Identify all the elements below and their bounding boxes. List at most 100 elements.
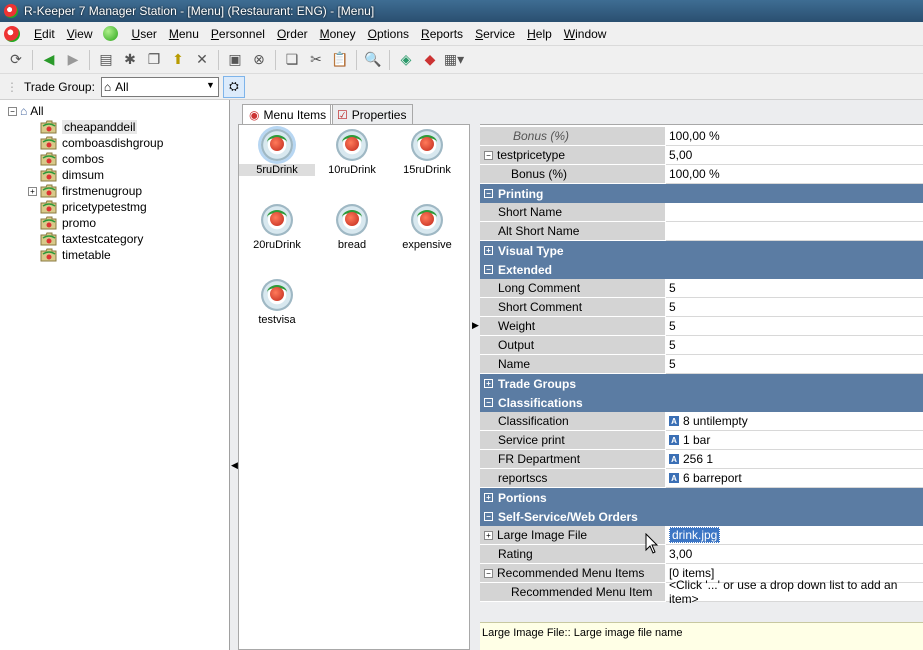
menu-item-tile[interactable]: 5ruDrink: [239, 129, 315, 176]
property-value[interactable]: drink.jpg: [666, 526, 923, 545]
forward-icon[interactable]: ▶: [63, 50, 83, 70]
property-value[interactable]: 5: [666, 336, 923, 355]
property-category[interactable]: + Visual Type: [480, 241, 923, 260]
collapse-icon[interactable]: −: [8, 106, 17, 116]
property-row[interactable]: Output 5: [480, 336, 923, 355]
property-value[interactable]: 5: [666, 317, 923, 336]
property-value[interactable]: 5: [666, 355, 923, 374]
right-splitter[interactable]: ▶: [470, 124, 480, 650]
cut-icon[interactable]: ✂: [306, 50, 326, 70]
property-row[interactable]: Service print A 1 bar: [480, 431, 923, 450]
chevron-down-icon[interactable]: ▼: [206, 80, 215, 90]
property-category[interactable]: + Portions: [480, 488, 923, 507]
tree-item-dimsum[interactable]: dimsum: [40, 167, 104, 183]
menu-item-tile[interactable]: 20ruDrink: [239, 204, 315, 251]
app-menu-icon[interactable]: [4, 25, 20, 42]
property-category[interactable]: − Self-Service/Web Orders: [480, 507, 923, 526]
left-splitter[interactable]: ◀: [230, 100, 238, 650]
refresh-icon[interactable]: ⟳: [6, 50, 26, 70]
save-icon[interactable]: ▣: [225, 50, 245, 70]
property-value[interactable]: A 256 1: [666, 450, 923, 469]
menu-reports[interactable]: Reports: [415, 27, 469, 41]
collapse-icon[interactable]: −: [484, 150, 493, 160]
property-value[interactable]: 100,00 %: [666, 127, 923, 146]
property-value[interactable]: 3,00: [666, 545, 923, 564]
cancel-icon[interactable]: ⊗: [249, 50, 269, 70]
property-category[interactable]: − Classifications: [480, 393, 923, 412]
property-row[interactable]: Alt Short Name: [480, 222, 923, 241]
collapse-icon[interactable]: −: [484, 512, 493, 521]
menu-item-tile[interactable]: 15ruDrink: [389, 129, 465, 176]
back-icon[interactable]: ◀: [39, 50, 59, 70]
property-value[interactable]: A 6 barreport: [666, 469, 923, 488]
menu-item-tile[interactable]: 10ruDrink: [314, 129, 390, 176]
menu-item-tile[interactable]: expensive: [389, 204, 465, 251]
new-item-icon[interactable]: ▤: [96, 50, 116, 70]
menu-options[interactable]: Options: [362, 27, 415, 41]
menu-edit[interactable]: Edit: [28, 27, 61, 41]
collapse-icon[interactable]: −: [484, 265, 493, 274]
property-value[interactable]: A 1 bar: [666, 431, 923, 450]
property-value[interactable]: 5: [666, 298, 923, 317]
menu-window[interactable]: Window: [558, 27, 613, 41]
property-row[interactable]: − testpricetype 5,00: [480, 146, 923, 165]
property-row[interactable]: reportscs A 6 barreport: [480, 469, 923, 488]
find-icon[interactable]: 🔍: [363, 50, 383, 70]
property-value[interactable]: [666, 203, 923, 222]
menu-help[interactable]: Help: [521, 27, 558, 41]
property-value[interactable]: A 8 untilempty: [666, 412, 923, 431]
menu-item-tile[interactable]: bread: [314, 204, 390, 251]
tree-item-pricetypetestmg[interactable]: pricetypetestmg: [40, 199, 147, 215]
property-row[interactable]: + Large Image File drink.jpg: [480, 526, 923, 545]
expand-icon[interactable]: +: [484, 379, 493, 388]
property-row[interactable]: Classification A 8 untilempty: [480, 412, 923, 431]
property-value[interactable]: <Click '...' or use a drop down list to …: [666, 578, 923, 606]
property-row[interactable]: Long Comment 5: [480, 279, 923, 298]
tab-menu-items[interactable]: ◉ Menu Items: [242, 104, 334, 124]
delete-icon[interactable]: ✕: [192, 50, 212, 70]
paste-icon[interactable]: 📋: [330, 50, 350, 70]
property-row[interactable]: Short Name: [480, 203, 923, 222]
tree-item-comboasdishgroup[interactable]: comboasdishgroup: [40, 135, 163, 151]
sync-icon[interactable]: ◈: [396, 50, 416, 70]
property-row[interactable]: FR Department A 256 1: [480, 450, 923, 469]
menu-service[interactable]: Service: [469, 27, 521, 41]
property-category[interactable]: − Extended: [480, 260, 923, 279]
copy-icon[interactable]: ❏: [282, 50, 302, 70]
expand-icon[interactable]: +: [484, 246, 493, 255]
tree-item-taxtestcategory[interactable]: taxtestcategory: [40, 231, 143, 247]
trade-group-apply-button[interactable]: ⛭: [222, 75, 245, 98]
transfer-icon[interactable]: ◆: [420, 50, 440, 70]
property-row[interactable]: Name 5: [480, 355, 923, 374]
menu-menu[interactable]: Menu: [163, 27, 205, 41]
property-value[interactable]: 5,00: [666, 146, 923, 165]
expand-right-icon[interactable]: ▶: [472, 320, 479, 331]
tab-properties[interactable]: ☑ Properties: [330, 104, 414, 124]
property-category[interactable]: + Trade Groups: [480, 374, 923, 393]
property-row[interactable]: Short Comment 5: [480, 298, 923, 317]
menu-view[interactable]: View: [61, 27, 99, 41]
menu-order[interactable]: Order: [271, 27, 314, 41]
menu-user[interactable]: User: [126, 27, 163, 41]
property-value[interactable]: 100,00 %: [666, 165, 923, 184]
menu-money[interactable]: Money: [314, 27, 362, 41]
expand-icon[interactable]: +: [484, 530, 493, 540]
tree-item-timetable[interactable]: timetable: [40, 247, 111, 263]
property-category[interactable]: − Printing: [480, 184, 923, 203]
copy-item-icon[interactable]: ❐: [144, 50, 164, 70]
expand-icon[interactable]: +: [28, 186, 37, 196]
collapse-icon[interactable]: −: [484, 189, 493, 198]
menu-item-tile[interactable]: testvisa: [239, 279, 315, 326]
property-value[interactable]: [666, 222, 923, 241]
property-value[interactable]: 5: [666, 279, 923, 298]
export-icon[interactable]: ⬆: [168, 50, 188, 70]
collapse-icon[interactable]: −: [484, 398, 493, 407]
menu-personnel[interactable]: Personnel: [205, 27, 271, 41]
tree-item-promo[interactable]: promo: [40, 215, 96, 231]
settings-icon[interactable]: ✱: [120, 50, 140, 70]
tree-item-cheapanddeil[interactable]: cheapanddeil: [40, 119, 138, 135]
property-row[interactable]: Bonus (%) 100,00 %: [480, 127, 923, 146]
property-row[interactable]: Bonus (%) 100,00 %: [480, 165, 923, 184]
view-mode-icon[interactable]: ▦▾: [444, 50, 464, 70]
tree-item-firstmenugroup[interactable]: + firstmenugroup: [28, 183, 142, 199]
